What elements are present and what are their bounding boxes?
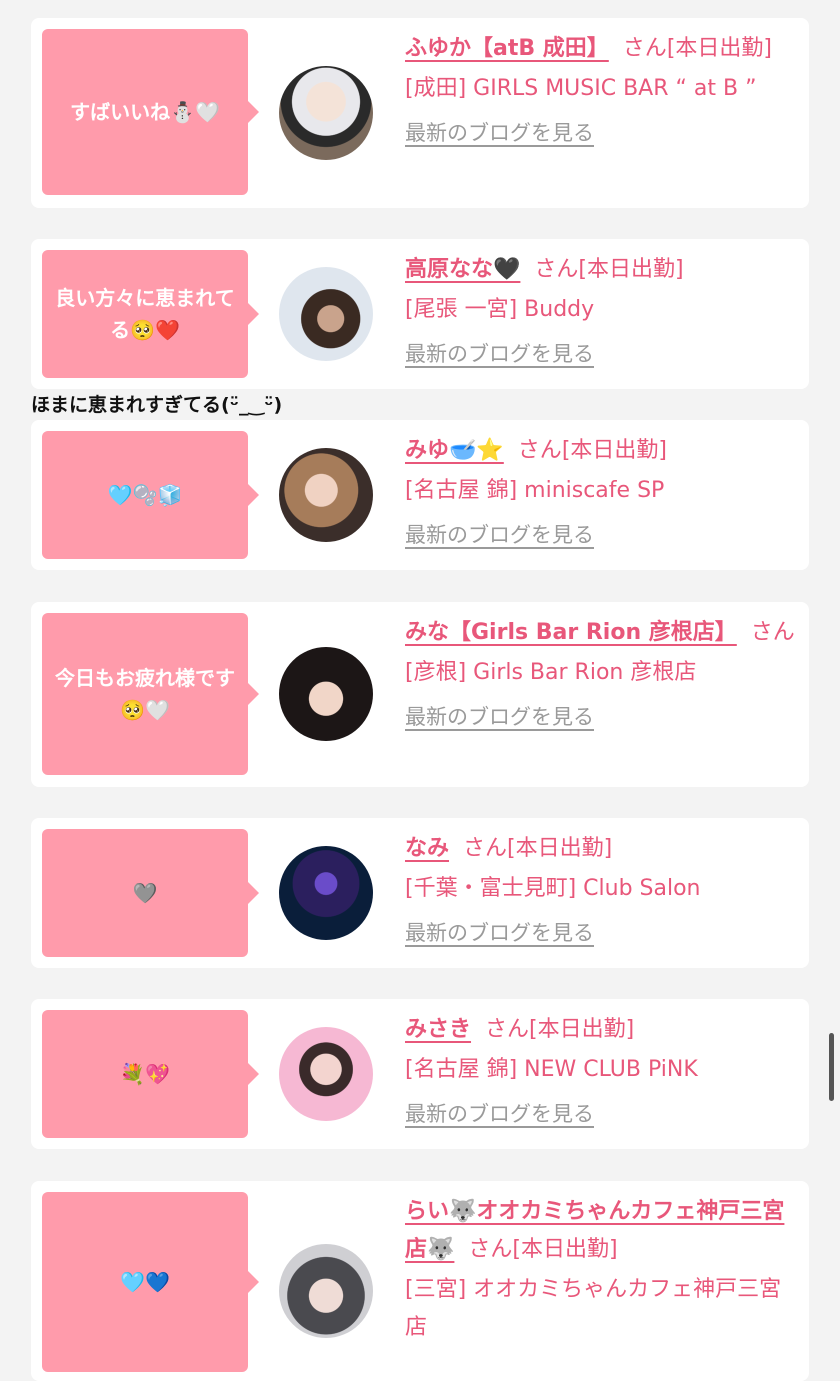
comment-bubble: 🩶 [42,829,259,957]
comment-text: 🩵💙 [120,1270,170,1294]
girl-card: 🩵💙 らい🐺オオカミちゃんカフェ神戸三宮店🐺 さん[本日出勤] [三宮] オオカミ… [31,1181,809,1381]
latest-blog-link[interactable]: 最新のブログを見る [405,700,594,734]
status-label: [本日出勤] [507,836,613,861]
avatar[interactable] [279,846,373,940]
girl-name-link[interactable]: なみ [405,836,449,861]
shop-info: [尾張 一宮] Buddy [405,297,595,322]
comment-text: 今日もお疲れ様です🥺🤍 [55,666,235,722]
san-label: さん [622,36,667,61]
san-label: さん [468,1237,513,1262]
comment-bubble: 今日もお疲れ様です🥺🤍 [42,613,259,775]
comment-bubble: 🩵💙 [42,1192,259,1372]
girl-card: すばいいね⛄🤍 ふゆか【atB 成田】 さん[本日出勤] [成田] GIRLS M… [31,18,809,208]
status-label: [本日出勤] [561,438,667,463]
scrollbar[interactable] [829,1033,834,1101]
san-label: さん [517,438,562,463]
latest-blog-link[interactable]: 最新のブログを見る [405,337,594,371]
comment-text: 💐💖 [120,1062,170,1086]
san-label: さん [463,836,508,861]
comment-bubble: 🩵🫧🧊 [42,431,259,559]
shop-info: [三宮] オオカミちゃんカフェ神戸三宮店 [405,1277,782,1340]
comment-text: すばいいね⛄🤍 [70,100,220,124]
latest-blog-link[interactable]: 最新のブログを見る [405,116,594,150]
status-label: [本日出勤] [512,1237,618,1262]
girl-name-link[interactable]: 高原なな🖤 [405,257,520,282]
shop-info: [彦根] Girls Bar Rion 彦根店 [405,660,697,685]
girl-name-link[interactable]: みさき [405,1017,471,1042]
avatar[interactable] [279,1027,373,1121]
comment-text: 🩵🫧🧊 [107,483,183,507]
girl-card: 🩵🫧🧊 みゆ🥣⭐ さん[本日出勤] [名古屋 錦] miniscafe SP 最新… [31,420,809,570]
girl-name-link[interactable]: ふゆか【atB 成田】 [405,36,609,61]
girl-name-link[interactable]: みゆ🥣⭐ [405,438,504,463]
avatar[interactable] [279,647,373,741]
latest-blog-link[interactable]: 最新のブログを見る [405,916,594,950]
comment-bubble: 良い方々に恵まれてる🥺❤️ [42,250,259,378]
shop-info: [成田] GIRLS MUSIC BAR “ at B ” [405,76,757,101]
girl-card: 🩶 なみ さん[本日出勤] [千葉・富士見町] Club Salon 最新のブログ… [31,818,809,968]
girl-name-link[interactable]: みな【Girls Bar Rion 彦根店】 [405,620,737,645]
shop-info: [千葉・富士見町] Club Salon [405,876,701,901]
status-label: [本日出勤] [578,257,684,282]
shop-info: [名古屋 錦] miniscafe SP [405,478,665,503]
status-label: [本日出勤] [666,36,772,61]
status-label: [本日出勤] [529,1017,635,1042]
avatar[interactable] [279,267,373,361]
san-label: さん [534,257,579,282]
comment-bubble: 💐💖 [42,1010,259,1138]
avatar[interactable] [279,1244,373,1338]
avatar[interactable] [279,448,373,542]
girl-card: 良い方々に恵まれてる🥺❤️ 高原なな🖤 さん[本日出勤] [尾張 一宮] Budd… [31,239,809,389]
girl-card: 今日もお疲れ様です🥺🤍 みな【Girls Bar Rion 彦根店】 さん [彦根… [31,602,809,787]
comment-text: 🩶 [132,881,158,905]
overlay-caption: ほまに恵まれすぎてる(ᵕ̈_‿ᵕ̈) [31,394,283,416]
comment-text: 良い方々に恵まれてる🥺❤️ [55,286,235,342]
avatar[interactable] [279,66,373,160]
san-label: さん [750,620,795,645]
shop-info: [名古屋 錦] NEW CLUB PiNK [405,1057,698,1082]
latest-blog-link[interactable]: 最新のブログを見る [405,518,594,552]
girl-card: 💐💖 みさき さん[本日出勤] [名古屋 錦] NEW CLUB PiNK 最新の… [31,999,809,1149]
comment-bubble: すばいいね⛄🤍 [42,29,259,195]
latest-blog-link[interactable]: 最新のブログを見る [405,1097,594,1131]
san-label: さん [485,1017,530,1042]
